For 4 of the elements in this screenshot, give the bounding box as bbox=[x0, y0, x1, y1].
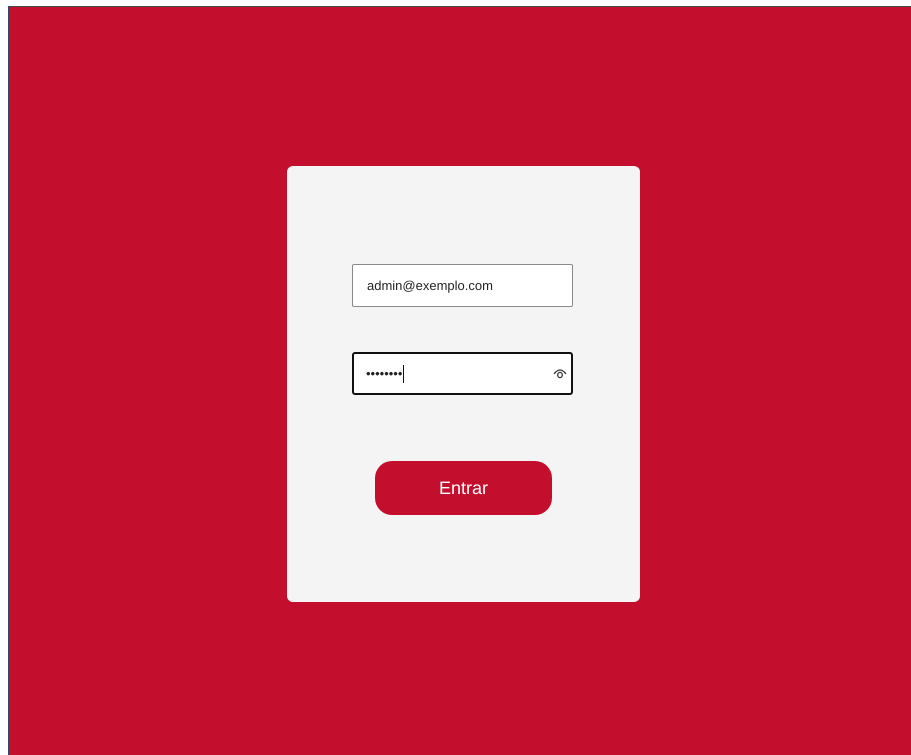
eye-icon[interactable] bbox=[553, 367, 567, 379]
email-field[interactable]: admin@exemplo.com bbox=[352, 264, 573, 307]
login-button[interactable]: Entrar bbox=[375, 461, 552, 515]
password-field[interactable]: •••••••• bbox=[352, 352, 573, 395]
